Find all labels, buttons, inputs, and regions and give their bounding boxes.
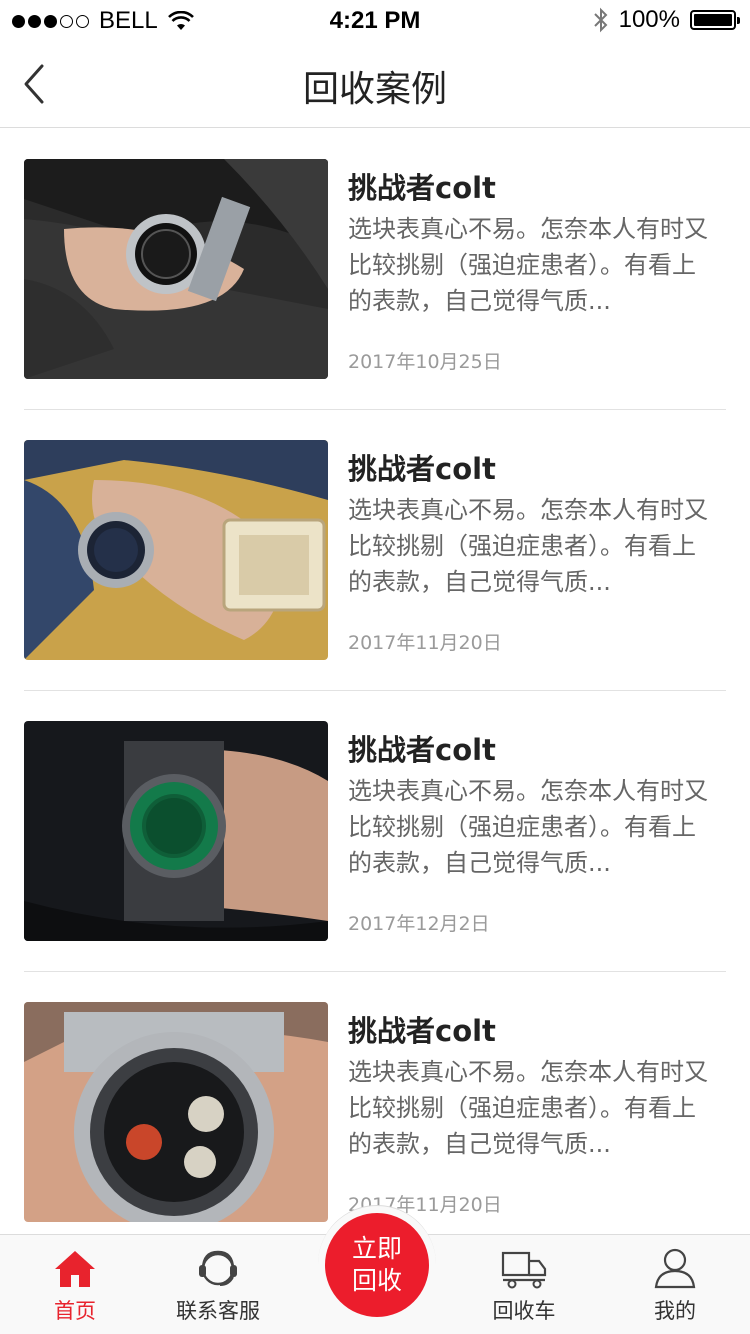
- case-title: 挑战者colt: [348, 1014, 496, 1048]
- case-item[interactable]: 挑战者colt 选块表真心不易。怎奈本人有时又比较挑剔（强迫症患者）。有看上的表…: [24, 410, 726, 691]
- case-thumbnail: [24, 440, 328, 660]
- case-date: 2017年11月20日: [348, 632, 502, 654]
- tab-home[interactable]: 首页: [0, 1235, 150, 1334]
- bluetooth-icon: [593, 7, 608, 33]
- tab-mine[interactable]: 我的: [600, 1235, 750, 1334]
- case-title: 挑战者colt: [348, 171, 496, 205]
- recycle-now-line1: 立即: [351, 1234, 402, 1263]
- case-title: 挑战者colt: [348, 452, 496, 486]
- recycle-now-line2: 回收: [351, 1266, 402, 1295]
- headset-icon: [199, 1250, 237, 1286]
- case-thumbnail: [24, 721, 328, 941]
- tab-cart-label: 回收车: [492, 1299, 556, 1323]
- battery-percent: 100%: [618, 6, 680, 33]
- case-thumbnail: [24, 1002, 328, 1222]
- recycle-now-wrap: 立即 回收: [318, 1205, 436, 1323]
- case-title: 挑战者colt: [348, 733, 496, 767]
- tab-mine-label: 我的: [654, 1299, 696, 1323]
- case-list: 挑战者colt 选块表真心不易。怎奈本人有时又比较挑剔（强迫症患者）。有看上的表…: [24, 129, 726, 1253]
- recycle-now-button[interactable]: 立即 回收: [325, 1213, 429, 1317]
- tab-service[interactable]: 联系客服: [143, 1235, 293, 1334]
- case-date: 2017年10月25日: [348, 351, 502, 373]
- case-description: 选块表真心不易。怎奈本人有时又比较挑剔（强迫症患者）。有看上的表款，自己觉得气质…: [348, 777, 708, 877]
- battery-icon: [690, 10, 740, 30]
- case-item[interactable]: 挑战者colt 选块表真心不易。怎奈本人有时又比较挑剔（强迫症患者）。有看上的表…: [24, 691, 726, 972]
- case-description: 选块表真心不易。怎奈本人有时又比较挑剔（强迫症患者）。有看上的表款，自己觉得气质…: [348, 496, 708, 596]
- page-title: 回收案例: [302, 69, 447, 110]
- tab-service-label: 联系客服: [176, 1299, 260, 1323]
- home-icon: [55, 1251, 95, 1287]
- status-right: 100%: [593, 6, 740, 34]
- case-description: 选块表真心不易。怎奈本人有时又比较挑剔（强迫症患者）。有看上的表款，自己觉得气质…: [348, 215, 708, 315]
- truck-icon: [501, 1251, 547, 1289]
- tab-cart[interactable]: 回收车: [449, 1235, 599, 1334]
- status-bar: BELL 4:21 PM 100%: [0, 0, 750, 40]
- nav-bar: 回收案例: [0, 40, 750, 128]
- case-item[interactable]: 挑战者colt 选块表真心不易。怎奈本人有时又比较挑剔（强迫症患者）。有看上的表…: [24, 129, 726, 410]
- tab-home-label: 首页: [54, 1299, 96, 1323]
- user-icon: [654, 1248, 696, 1289]
- tab-bar: 首页 联系客服 立即 回收 回收车 我的: [0, 1205, 750, 1334]
- case-thumbnail: [24, 159, 328, 379]
- case-description: 选块表真心不易。怎奈本人有时又比较挑剔（强迫症患者）。有看上的表款，自己觉得气质…: [348, 1058, 708, 1158]
- case-date: 2017年12月2日: [348, 913, 490, 935]
